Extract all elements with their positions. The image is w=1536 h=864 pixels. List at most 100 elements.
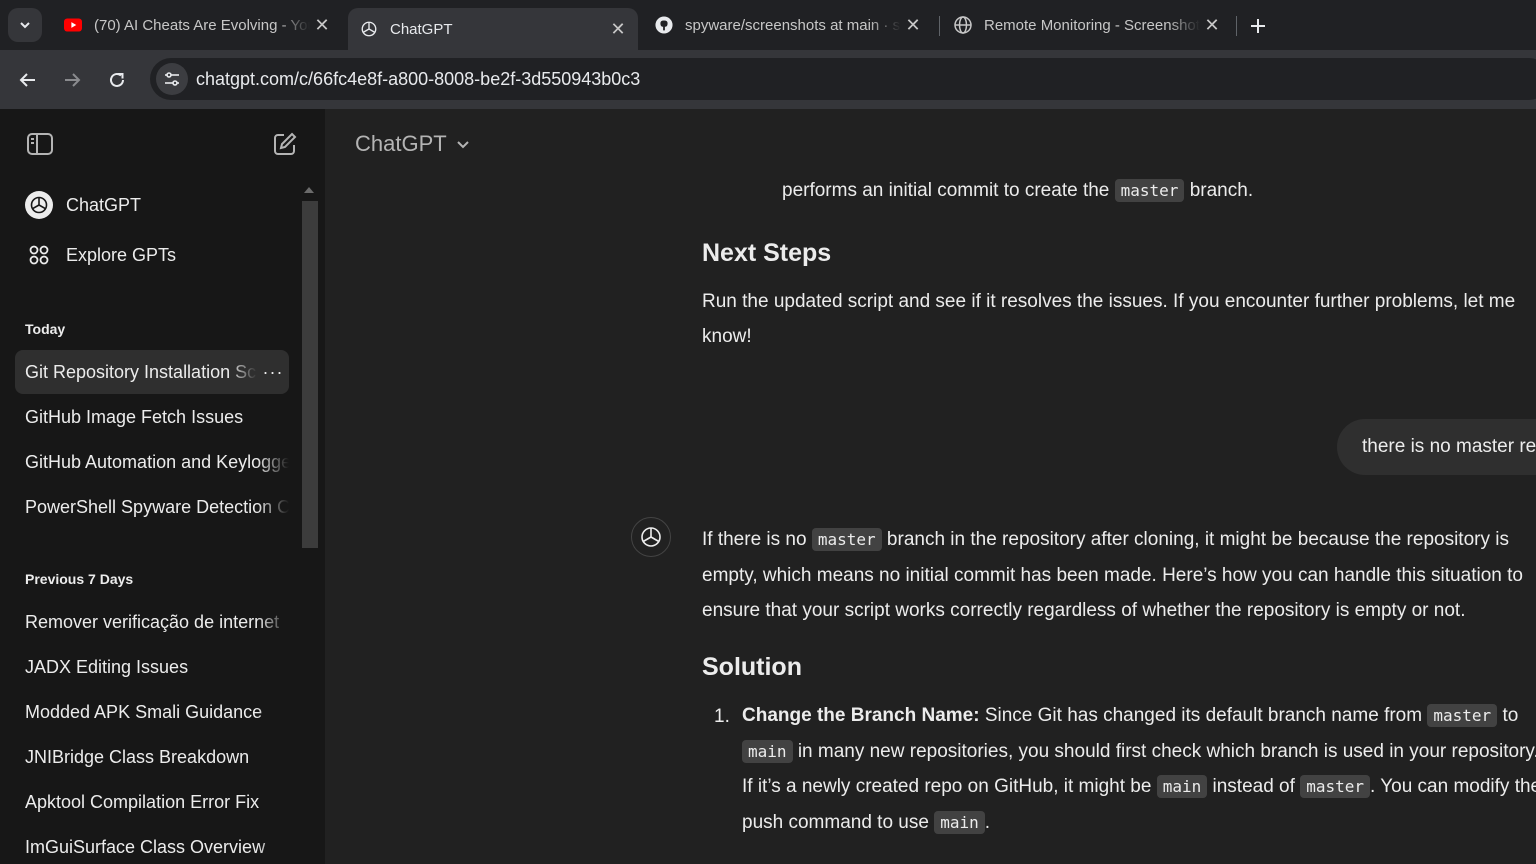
conversation-title: Modded APK Smali Guidance (25, 701, 263, 722)
text: in many new repositories, you should fir… (797, 741, 1536, 762)
browser-tab-youtube[interactable]: (70) AI Cheats Are Evolving - YouTube ✕ (52, 6, 342, 44)
answer-line: If there is no master branch in the repo… (702, 522, 1509, 557)
inline-code: main (742, 740, 793, 763)
chat-main: ChatGPT performs an initial commit to cr… (325, 109, 1536, 864)
text: If there is no (702, 529, 807, 550)
browser-tab-remote-monitoring[interactable]: Remote Monitoring - Screenshots ✕ (942, 6, 1232, 44)
conversation-item[interactable]: Remover verificação de internet (15, 600, 289, 644)
list-item-line: Change the Branch Name: Since Git has ch… (742, 698, 1518, 733)
text: If it’s a newly created repo on GitHub, … (742, 776, 1152, 797)
forward-button[interactable] (57, 65, 87, 95)
section-header-today: Today (25, 321, 66, 337)
tab-separator (939, 16, 940, 36)
conversation-title: ImGuiSurface Class Overview (25, 836, 266, 857)
back-button[interactable] (13, 65, 43, 95)
close-tab-icon[interactable]: ✕ (901, 13, 925, 37)
tab-search-button[interactable] (8, 8, 42, 42)
close-tab-icon[interactable]: ✕ (606, 17, 630, 41)
conversation-title: JNIBridge Class Breakdown (25, 746, 250, 767)
sidebar-item-label: Explore GPTs (66, 244, 177, 265)
conversation-title: PowerShell Spyware Detection Check (25, 496, 289, 517)
conversation-title: Remover verificação de internet (25, 611, 280, 632)
youtube-icon (64, 16, 82, 34)
conversation-title: GitHub Automation and Keylogger (25, 451, 289, 472)
browser-tab-github[interactable]: spyware/screenshots at main · sp ✕ (643, 6, 933, 44)
close-tab-icon[interactable]: ✕ (1200, 13, 1224, 37)
site-info-button[interactable] (156, 63, 188, 95)
answer-line: empty, which means no initial commit has… (702, 565, 1523, 586)
conversation-title: Apktool Compilation Error Fix (25, 791, 260, 812)
previous-answer-line: performs an initial commit to create the… (782, 173, 1253, 208)
sidebar-item-label: ChatGPT (66, 194, 142, 215)
browser-tab-strip: (70) AI Cheats Are Evolving - YouTube ✕ … (0, 0, 1536, 50)
inline-code: master (811, 528, 882, 551)
close-tab-icon[interactable]: ✕ (310, 13, 334, 37)
conversation-item[interactable]: Apktool Compilation Error Fix (15, 780, 289, 824)
next-steps-heading: Next Steps (702, 239, 832, 267)
list-item-line: main in many new repositories, you shoul… (742, 734, 1536, 769)
new-tab-button[interactable] (1244, 12, 1272, 40)
openai-icon (24, 190, 54, 220)
user-message-text: there is no master remote (1362, 436, 1536, 457)
conversation-item[interactable]: JADX Editing Issues (15, 645, 289, 689)
inline-code: master (1300, 775, 1370, 798)
arrow-right-icon (65, 73, 81, 87)
sidebar: ChatGPT Explore GPTs Today Git Repositor… (0, 109, 325, 864)
toggle-sidebar-button[interactable] (24, 128, 56, 160)
openai-icon (360, 20, 378, 38)
answer-line: ensure that your script works correctly … (702, 600, 1466, 621)
solution-heading: Solution (702, 653, 802, 681)
inline-code: master (1427, 704, 1498, 727)
next-steps-line: Run the updated script and see if it res… (702, 291, 1516, 312)
sidebar-item-chatgpt[interactable]: ChatGPT (16, 184, 286, 226)
address-bar[interactable]: chatgpt.com/c/66fc4e8f-a800-8008-be2f-3d… (150, 58, 1536, 100)
list-number: 1. (714, 706, 730, 727)
scroll-up-arrow-icon[interactable] (304, 187, 314, 193)
text: instead of (1212, 776, 1295, 797)
tab-title: (70) AI Cheats Are Evolving - YouTube (94, 16, 310, 34)
browser-toolbar: chatgpt.com/c/66fc4e8f-a800-8008-be2f-3d… (0, 50, 1536, 109)
grid-icon (24, 240, 54, 270)
inline-code: master (1114, 179, 1185, 202)
model-label: ChatGPT (355, 131, 447, 156)
conversation-item[interactable]: GitHub Image Fetch Issues (15, 395, 289, 439)
text: branch in the repository after cloning, … (886, 529, 1509, 550)
sidebar-scroll-thumb[interactable] (302, 201, 318, 548)
url-text[interactable]: chatgpt.com/c/66fc4e8f-a800-8008-be2f-3d… (196, 69, 640, 90)
sidebar-item-explore-gpts[interactable]: Explore GPTs (16, 234, 286, 276)
sidebar-panel-icon (27, 133, 53, 155)
browser-tab-chatgpt[interactable]: ChatGPT ✕ (348, 8, 638, 50)
conversation-title: Git Repository Installation Script (25, 361, 257, 382)
conversation-item[interactable]: JNIBridge Class Breakdown (15, 735, 289, 779)
user-message-bubble: there is no master remote (1337, 419, 1536, 475)
conversation-item[interactable]: Git Repository Installation Script ··· (15, 350, 289, 394)
plus-icon (1251, 19, 1265, 33)
text: to (1502, 705, 1519, 726)
arrow-left-icon (19, 73, 35, 87)
inline-code: main (934, 811, 985, 834)
tune-icon (165, 72, 179, 86)
model-selector[interactable]: ChatGPT (355, 131, 471, 157)
conversation-item[interactable]: ImGuiSurface Class Overview (15, 825, 289, 864)
conversation-item[interactable]: PowerShell Spyware Detection Check (15, 485, 289, 529)
assistant-avatar (631, 517, 671, 557)
text: Since Git has changed its default branch… (984, 705, 1423, 726)
conversation-item[interactable]: GitHub Automation and Keylogger (15, 440, 289, 484)
inline-code: main (1156, 775, 1208, 798)
next-steps-line: know! (702, 326, 752, 347)
section-header-previous-7-days: Previous 7 Days (25, 571, 134, 587)
conversation-item[interactable]: Modded APK Smali Guidance (15, 690, 289, 734)
github-icon (655, 16, 673, 34)
reload-button[interactable] (102, 65, 132, 95)
edit-icon (274, 132, 297, 155)
more-options-icon[interactable]: ··· (257, 362, 289, 383)
new-chat-button[interactable] (269, 128, 301, 160)
list-item-line: push command to use main. (742, 805, 990, 840)
bold-text: Change the Branch Name: (742, 705, 980, 726)
globe-icon (954, 16, 972, 34)
conversation-title: GitHub Image Fetch Issues (25, 406, 244, 427)
text: . You can modify the (1370, 776, 1536, 797)
chevron-down-icon (20, 22, 30, 29)
text: performs an initial commit to create the (782, 180, 1110, 201)
tab-separator (1236, 16, 1237, 36)
